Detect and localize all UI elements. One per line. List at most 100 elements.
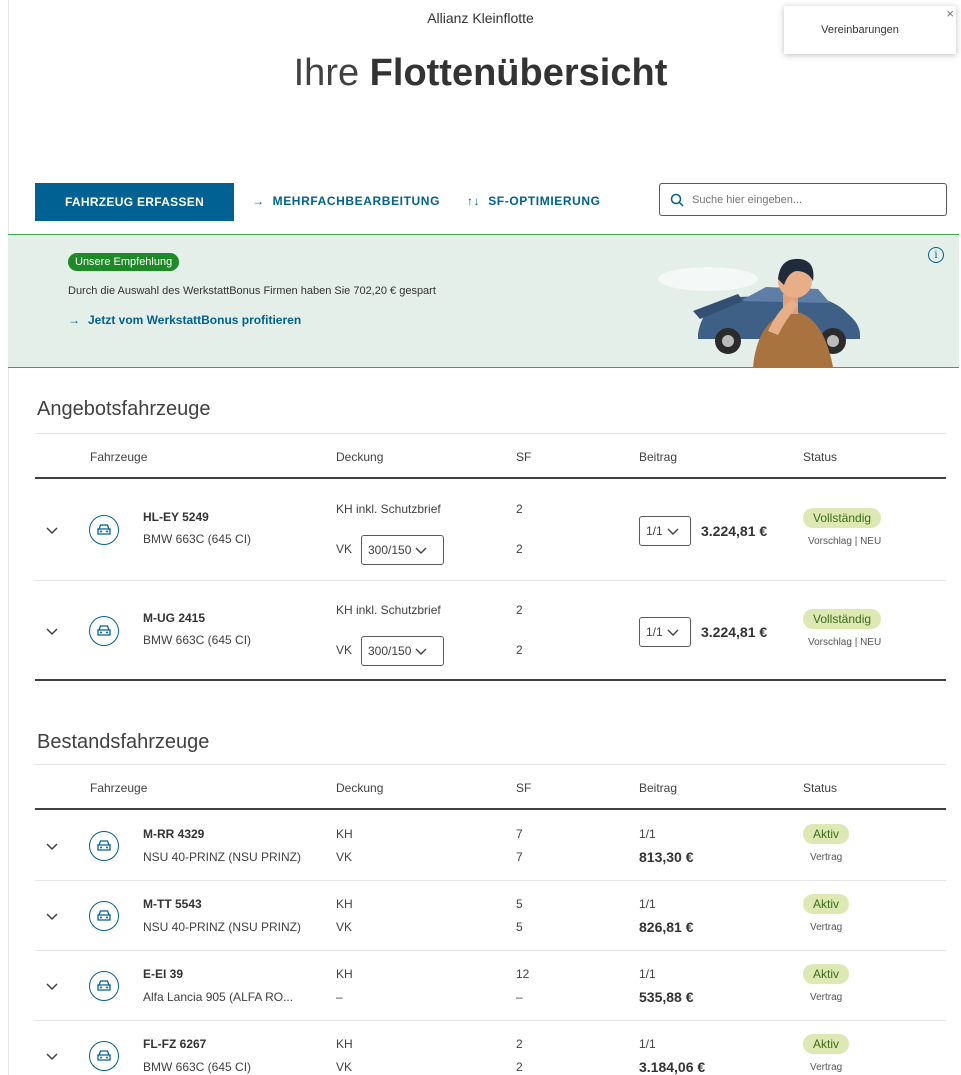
chevron-down-icon xyxy=(415,648,427,655)
table-row[interactable]: M-UG 2415 BMW 663C (645 CI) KH inkl. Sch… xyxy=(35,581,946,681)
sf-optimization-label: SF-OPTIMIERUNG xyxy=(488,194,601,208)
chevron-down-icon[interactable] xyxy=(45,1049,59,1063)
close-icon[interactable]: × xyxy=(946,6,954,21)
chevron-down-icon[interactable] xyxy=(45,523,59,537)
search-icon xyxy=(670,193,684,207)
vk-deductible-select[interactable]: 300/150 xyxy=(361,535,444,565)
search-input[interactable] xyxy=(692,193,922,206)
vehicle-model: BMW 663C (645 CI) xyxy=(143,1060,252,1074)
status-sub: Vertrag xyxy=(810,922,843,933)
sf-class: 2 xyxy=(516,1060,523,1074)
vehicle-model: Alfa Lancia 905 (ALFA RO... xyxy=(143,990,294,1004)
coverage-kh: KH inkl. Schutzbrief xyxy=(336,502,441,516)
col-beitrag: Beitrag xyxy=(639,781,678,795)
agreements-popup[interactable]: Vereinbarungen × xyxy=(784,6,956,54)
agreements-label[interactable]: Vereinbarungen xyxy=(821,24,899,36)
plate-number: E-EI 39 xyxy=(143,967,184,981)
sf-class: 7 xyxy=(516,850,523,864)
arrow-right-icon: → xyxy=(68,313,80,327)
page-title: Ihre Flottenübersicht xyxy=(0,52,961,95)
payment-rate: 1/1 xyxy=(639,897,656,911)
car-icon xyxy=(89,971,119,1001)
table-row[interactable]: M-RR 4329 NSU 40-PRINZ (NSU PRINZ) KH VK… xyxy=(35,811,946,881)
vk-deductible-select[interactable]: 300/150 xyxy=(361,636,444,666)
recommendation-badge: Unsere Empfehlung xyxy=(68,253,180,271)
table-row[interactable]: HL-EY 5249 BMW 663C (645 CI) KH inkl. Sc… xyxy=(35,480,946,581)
table-row[interactable]: E-EI 39 Alfa Lancia 905 (ALFA RO... KH –… xyxy=(35,951,946,1021)
search-box[interactable] xyxy=(659,183,947,216)
col-fahrzeuge: Fahrzeuge xyxy=(90,450,148,464)
coverage-kh: KH xyxy=(336,1037,353,1051)
status-badge: Vollständig xyxy=(803,508,882,528)
plate-number: M-UG 2415 xyxy=(143,611,206,625)
sf-class: 5 xyxy=(516,897,523,911)
recommendation-banner: Unsere Empfehlung Durch die Auswahl des … xyxy=(8,234,959,368)
sf-optimization-link[interactable]: ↑↓ SF-OPTIMIERUNG xyxy=(467,194,601,208)
coverage-kh: KH xyxy=(336,827,353,841)
status-sub: Vorschlag | NEU xyxy=(808,637,882,648)
page-title-light: Ihre xyxy=(293,52,370,94)
chevron-down-icon[interactable] xyxy=(45,909,59,923)
plate-number: FL-FZ 6267 xyxy=(143,1037,207,1051)
existing-table-header: Fahrzeuge Deckung SF Beitrag Status xyxy=(35,764,946,810)
premium-price: 3.224,81 € xyxy=(701,523,768,539)
plate-number: M-RR 4329 xyxy=(143,827,205,841)
banner-text: Durch die Auswahl des WerkstattBonus Fir… xyxy=(68,285,436,297)
payment-rate-value: 1/1 xyxy=(646,524,663,538)
page-title-bold: Flottenübersicht xyxy=(369,52,668,94)
offer-table-header: Fahrzeuge Deckung SF Beitrag Status xyxy=(35,433,946,479)
car-icon xyxy=(89,515,119,545)
vehicle-model: NSU 40-PRINZ (NSU PRINZ) xyxy=(143,850,302,864)
chevron-down-icon[interactable] xyxy=(45,839,59,853)
chevron-down-icon[interactable] xyxy=(45,979,59,993)
coverage-vk-label: VK xyxy=(336,643,353,657)
multi-edit-link[interactable]: → MEHRFACHBEARBEITUNG xyxy=(252,194,440,208)
vehicle-model: BMW 663C (645 CI) xyxy=(143,633,252,647)
status-badge: Aktiv xyxy=(803,894,850,914)
car-breakdown-illustration xyxy=(658,258,860,367)
sf-class: – xyxy=(516,990,523,1004)
coverage-vk: VK xyxy=(336,1060,353,1074)
payment-rate-select[interactable]: 1/1 xyxy=(639,617,691,647)
werkstattbonus-link[interactable]: → Jetzt vom WerkstattBonus profitieren xyxy=(68,313,301,327)
status-sub: Vertrag xyxy=(810,992,843,1003)
add-vehicle-button[interactable]: FAHRZEUG ERFASSEN xyxy=(35,183,234,221)
col-status: Status xyxy=(803,450,838,464)
coverage-kh: KH inkl. Schutzbrief xyxy=(336,603,441,617)
vehicle-model: NSU 40-PRINZ (NSU PRINZ) xyxy=(143,920,302,934)
sf-class: 2 xyxy=(516,603,523,617)
page-left-border xyxy=(8,0,9,1075)
premium-price: 535,88 € xyxy=(639,989,694,1005)
table-row[interactable]: M-TT 5543 NSU 40-PRINZ (NSU PRINZ) KH VK… xyxy=(35,881,946,951)
car-icon xyxy=(89,901,119,931)
payment-rate-select[interactable]: 1/1 xyxy=(639,516,691,546)
payment-rate: 1/1 xyxy=(639,1037,656,1051)
table-row[interactable]: FL-FZ 6267 BMW 663C (645 CI) KH VK 2 2 1… xyxy=(35,1021,946,1075)
info-icon[interactable]: i xyxy=(928,247,944,263)
col-fahrzeuge: Fahrzeuge xyxy=(90,781,148,795)
chevron-down-icon xyxy=(415,547,427,554)
premium-price: 826,81 € xyxy=(639,919,694,935)
offer-vehicles-title: Angebotsfahrzeuge xyxy=(37,398,211,420)
payment-rate: 1/1 xyxy=(639,827,656,841)
payment-rate-value: 1/1 xyxy=(646,625,663,639)
sf-class: 2 xyxy=(516,502,523,516)
col-deckung: Deckung xyxy=(336,781,384,795)
col-deckung: Deckung xyxy=(336,450,384,464)
arrow-right-icon: → xyxy=(252,194,265,208)
car-icon xyxy=(89,831,119,861)
premium-price: 3.224,81 € xyxy=(701,624,768,640)
col-beitrag: Beitrag xyxy=(639,450,678,464)
status-badge: Aktiv xyxy=(803,964,850,984)
sf-class: 12 xyxy=(516,967,530,981)
werkstattbonus-label: Jetzt vom WerkstattBonus profitieren xyxy=(88,313,302,327)
chevron-down-icon[interactable] xyxy=(45,624,59,638)
status-sub: Vorschlag | NEU xyxy=(808,536,882,547)
col-status: Status xyxy=(803,781,838,795)
status-badge: Aktiv xyxy=(803,1034,850,1054)
existing-vehicles-title: Bestandsfahrzeuge xyxy=(37,731,210,753)
premium-price: 3.184,06 € xyxy=(639,1059,706,1075)
sf-class: 7 xyxy=(516,827,523,841)
coverage-kh: KH xyxy=(336,897,353,911)
col-sf: SF xyxy=(516,781,532,795)
